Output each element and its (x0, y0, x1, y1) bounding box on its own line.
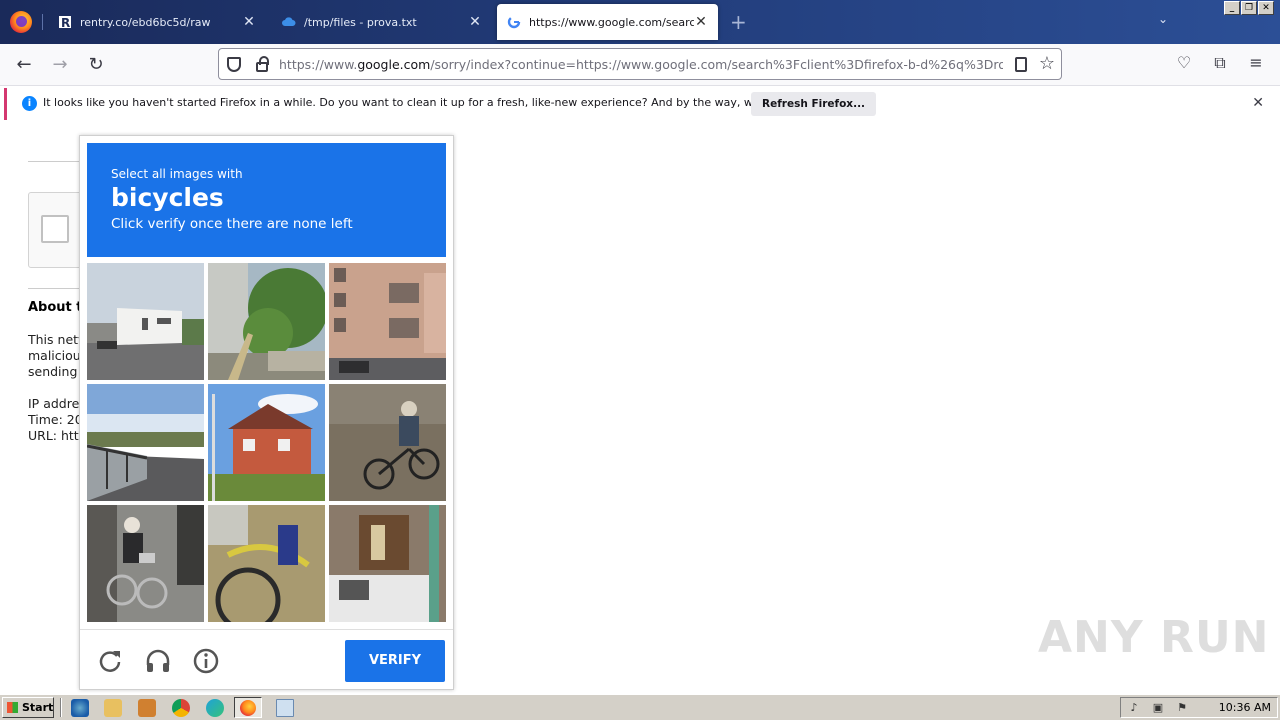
recaptcha-challenge: Select all images with bicycles Click ve… (79, 135, 454, 690)
menu-hamburger-icon[interactable]: ≡ (1244, 53, 1268, 72)
reload-page-icon[interactable]: ↻ (84, 53, 108, 77)
captcha-tile-apartment-building[interactable] (329, 263, 446, 380)
captcha-tile-red-brick-house[interactable] (208, 384, 325, 501)
page-text-line: This netv (28, 332, 86, 347)
tracking-shield-icon[interactable] (227, 57, 241, 72)
tab-rentry[interactable]: R rentry.co/ebd6bc5d/raw ✕ (48, 4, 266, 40)
minimize-icon[interactable]: _ (1224, 1, 1240, 15)
notepad-icon[interactable] (276, 699, 294, 717)
close-icon[interactable]: ✕ (1252, 95, 1264, 111)
instruction-line: Click verify once there are none left (111, 216, 353, 232)
audio-icon[interactable] (144, 647, 172, 675)
back-arrow-icon[interactable]: ← (12, 53, 36, 77)
captcha-tile-person-on-bicycle-street[interactable] (87, 505, 204, 622)
tab-tmp-files[interactable]: /tmp/files - prova.txt ✕ (272, 4, 492, 40)
instruction-line: Select all images with (111, 167, 243, 181)
page-text-line: sending f (28, 364, 86, 379)
ie-icon[interactable] (71, 699, 89, 717)
challenge-footer: VERIFY (80, 629, 453, 690)
tab-close-icon[interactable]: ✕ (242, 14, 256, 30)
new-tab-icon[interactable]: + (730, 10, 747, 34)
pocket-icon[interactable]: ♡ (1172, 53, 1196, 72)
media-player-icon[interactable] (138, 699, 156, 717)
tab-close-icon[interactable]: ✕ (694, 14, 708, 30)
lock-icon[interactable] (256, 56, 269, 72)
tab-close-icon[interactable]: ✕ (468, 14, 482, 30)
volume-icon[interactable]: ♪ (1127, 701, 1141, 715)
navigation-toolbar: ← → ↻ https://www.google.com/sorry/index… (0, 44, 1280, 86)
reader-view-icon[interactable] (1015, 57, 1027, 72)
firefox-task-button[interactable] (234, 697, 262, 718)
anyrun-watermark: ANY RUN (1038, 612, 1270, 663)
verify-button[interactable]: VERIFY (345, 640, 445, 682)
rentry-favicon-icon: R (59, 16, 71, 29)
restore-icon[interactable]: ❐ (1241, 1, 1257, 15)
page-text-line: URL: http (28, 428, 87, 443)
recaptcha-checkbox[interactable] (41, 215, 69, 243)
captcha-tile-building-door[interactable] (329, 505, 446, 622)
captcha-tile-bicycles-closeup[interactable] (208, 505, 325, 622)
tab-title: https://www.google.com/search?c (529, 15, 694, 29)
captcha-tile-bridge-railing[interactable] (87, 384, 204, 501)
firefox-icon (240, 700, 256, 716)
page-text-line: IP addres (28, 396, 86, 411)
chrome-icon[interactable] (172, 699, 190, 717)
challenge-target: bicycles (111, 183, 224, 212)
challenge-header: Select all images with bicycles Click ve… (87, 143, 446, 257)
refresh-firefox-notification: i It looks like you haven't started Fire… (4, 88, 1276, 120)
refresh-firefox-button[interactable]: Refresh Firefox... (751, 92, 877, 116)
info-icon[interactable] (192, 647, 220, 675)
url-text[interactable]: https://www.google.com/sorry/index?conti… (279, 57, 1003, 72)
start-button[interactable]: Start (2, 697, 54, 718)
reload-icon[interactable] (96, 647, 124, 675)
tab-title: rentry.co/ebd6bc5d/raw (80, 15, 211, 29)
svg-text:R: R (61, 16, 70, 29)
google-favicon-icon (507, 15, 521, 29)
firefox-logo-icon[interactable] (10, 11, 32, 33)
explorer-folder-icon[interactable] (104, 699, 122, 717)
tab-title: /tmp/files - prova.txt (304, 15, 417, 29)
forward-arrow-icon[interactable]: → (48, 53, 72, 77)
window-controls: _ ❐ ✕ (1224, 1, 1274, 15)
tab-list-chevron-icon[interactable]: ⌄ (1158, 12, 1168, 26)
extensions-icon[interactable]: ⧉ (1208, 53, 1232, 73)
tab-strip: R rentry.co/ebd6bc5d/raw ✕ /tmp/files - … (0, 0, 1280, 44)
captcha-tile-person-on-bicycle[interactable] (329, 384, 446, 501)
captcha-tile-tree-street[interactable] (208, 263, 325, 380)
clock: 10:36 AM (1218, 701, 1271, 714)
edge-icon[interactable] (206, 699, 224, 717)
tab-google-search[interactable]: https://www.google.com/search?c ✕ (497, 4, 718, 40)
tab-separator (42, 14, 43, 30)
notification-message: It looks like you haven't started Firefo… (43, 96, 827, 109)
address-bar[interactable]: https://www.google.com/sorry/index?conti… (218, 48, 1062, 80)
network-icon[interactable]: ▣ (1151, 701, 1165, 715)
page-text-line: Time: 20 (28, 412, 83, 427)
taskbar: Start ♪ ▣ ⚑ 10:36 AM (0, 694, 1280, 720)
captcha-tile-white-house[interactable] (87, 263, 204, 380)
taskbar-separator (60, 698, 62, 717)
info-icon: i (22, 96, 37, 111)
bookmark-star-icon[interactable]: ☆ (1039, 53, 1055, 74)
cloud-favicon-icon (282, 17, 296, 26)
flag-icon[interactable]: ⚑ (1175, 701, 1189, 715)
close-window-icon[interactable]: ✕ (1258, 1, 1274, 15)
system-tray: ♪ ▣ ⚑ 10:36 AM (1120, 697, 1278, 718)
